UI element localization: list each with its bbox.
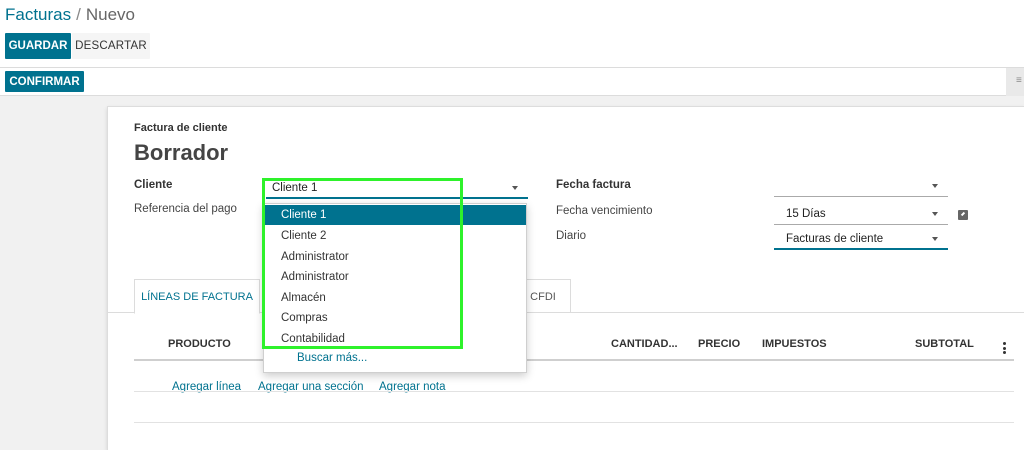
- breadcrumb-facturas-link[interactable]: Facturas: [5, 5, 71, 24]
- fecha-factura-input[interactable]: [774, 175, 948, 197]
- control-panel: Facturas / Nuevo GUARDAR DESCARTAR: [0, 0, 1024, 68]
- statusbar-end: ≡: [1006, 68, 1024, 96]
- column-header-producto[interactable]: PRODUCTO: [168, 338, 231, 350]
- diario-select[interactable]: Facturas de cliente: [774, 228, 948, 250]
- confirm-button[interactable]: CONFIRMAR: [5, 71, 84, 92]
- document-type: Factura de cliente: [134, 122, 228, 134]
- cliente-label: Cliente: [134, 179, 173, 191]
- dropdown-option[interactable]: Almacén: [264, 288, 526, 308]
- status-bar: CONFIRMAR ≡: [0, 68, 1024, 96]
- save-button[interactable]: GUARDAR: [5, 33, 71, 59]
- tab-lineas-factura[interactable]: LÍNEAS DE FACTURA: [134, 279, 260, 314]
- fecha-vencimiento-caret-icon[interactable]: [932, 212, 938, 216]
- diario-label: Diario: [556, 230, 587, 242]
- cliente-value: Cliente 1: [272, 182, 318, 194]
- fecha-factura-label: Fecha factura: [556, 179, 631, 191]
- cliente-autocomplete-dropdown: Cliente 1 Cliente 2 Administrator Admini…: [263, 203, 527, 373]
- fecha-factura-caret-icon[interactable]: [932, 184, 938, 188]
- menu-lines-icon[interactable]: ≡: [1016, 75, 1022, 86]
- dropdown-option[interactable]: Contabilidad: [264, 329, 526, 349]
- dropdown-option[interactable]: Administrator: [264, 267, 526, 287]
- fecha-vencimiento-label: Fecha vencimiento: [556, 205, 653, 217]
- column-header-cantidad[interactable]: CANTIDAD...: [611, 338, 678, 350]
- cliente-input[interactable]: Cliente 1: [266, 177, 528, 199]
- dropdown-option[interactable]: Cliente 1: [264, 205, 526, 225]
- column-header-subtotal[interactable]: SUBTOTAL: [915, 338, 974, 350]
- table-row-divider: [134, 391, 1014, 392]
- dropdown-option[interactable]: Administrator: [264, 247, 526, 267]
- diario-caret-icon[interactable]: [932, 237, 938, 241]
- breadcrumb: Facturas / Nuevo: [5, 5, 135, 25]
- breadcrumb-separator: /: [76, 5, 81, 24]
- column-header-precio[interactable]: PRECIO: [698, 338, 740, 350]
- dropdown-option[interactable]: Cliente 2: [264, 226, 526, 246]
- optional-columns-icon[interactable]: [1003, 342, 1006, 356]
- breadcrumb-current: Nuevo: [85, 5, 136, 24]
- diario-value: Facturas de cliente: [786, 233, 884, 245]
- page-title: Borrador: [134, 140, 229, 165]
- table-row-divider: [134, 422, 1014, 423]
- column-header-impuestos[interactable]: IMPUESTOS: [762, 338, 827, 350]
- fecha-vencimiento-value: 15 Días: [786, 208, 826, 220]
- notebook-tabs: LÍNEAS DE FACTURA CFDI: [108, 279, 1024, 314]
- external-link-icon[interactable]: [958, 210, 968, 220]
- referencia-label: Referencia del pago: [134, 203, 237, 215]
- dropdown-option[interactable]: Compras: [264, 308, 526, 328]
- search-more-link[interactable]: Buscar más...: [297, 352, 367, 364]
- form-sheet: Factura de cliente Borrador Cliente Clie…: [107, 106, 1024, 450]
- discard-button[interactable]: DESCARTAR: [72, 33, 150, 59]
- cliente-caret-icon[interactable]: [512, 186, 518, 190]
- fecha-vencimiento-select[interactable]: 15 Días: [774, 203, 948, 225]
